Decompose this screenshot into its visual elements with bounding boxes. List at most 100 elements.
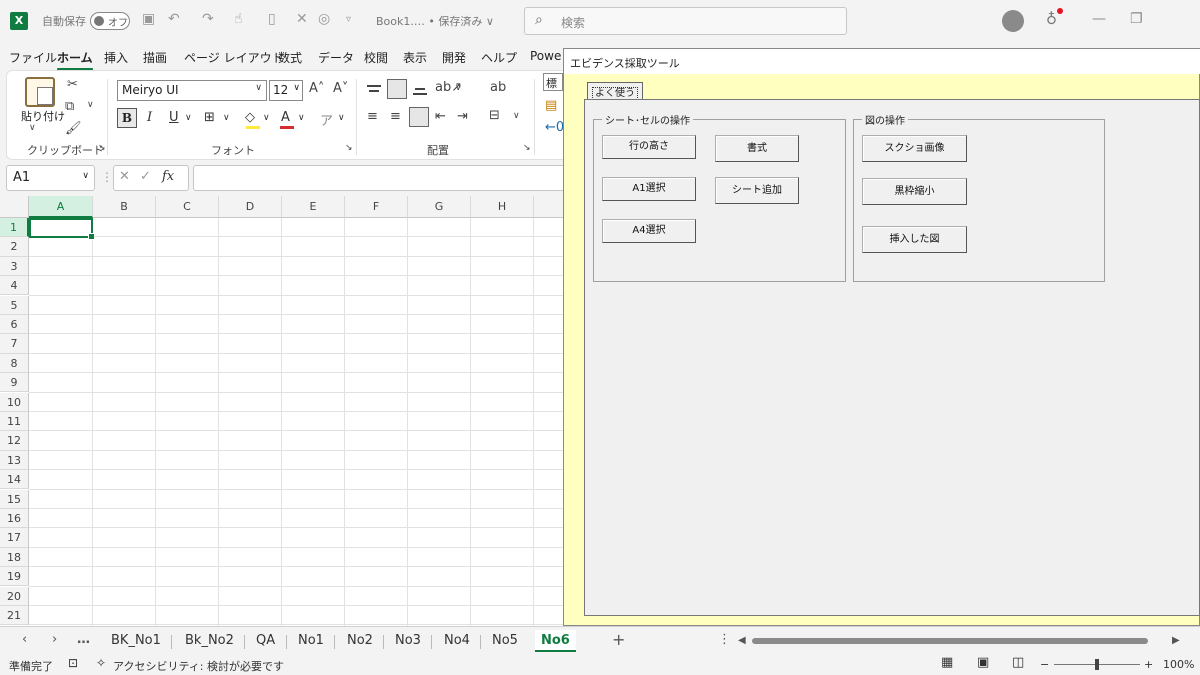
enter-icon[interactable]: ✓ bbox=[140, 169, 151, 184]
undo-icon[interactable]: ↶ bbox=[168, 11, 180, 27]
font-size-select[interactable]: 12 ∨ bbox=[269, 80, 303, 101]
add-sheet-button[interactable]: シート追加 bbox=[715, 177, 799, 204]
worksheet-grid[interactable]: A B C D E F G H 1 2 3 4 5 6 7 8 9 10 11 12 13 14 15 16 1… bbox=[0, 196, 564, 626]
underline-dropdown-icon[interactable]: ∨ bbox=[185, 113, 192, 123]
align-center-icon[interactable]: ≡ bbox=[390, 109, 401, 124]
tab-help[interactable]: ヘルプ bbox=[481, 49, 517, 66]
row-header-16[interactable]: 16 bbox=[0, 509, 29, 529]
sheet-tab-no2[interactable]: No2 bbox=[347, 633, 373, 648]
formula-bar-handle-icon[interactable]: ⋮ bbox=[101, 170, 113, 184]
select-a1-button[interactable]: A1選択 bbox=[602, 177, 696, 201]
phonetic-icon[interactable]: ア bbox=[320, 110, 333, 129]
sheet-more-icon[interactable]: … bbox=[77, 632, 90, 647]
row-header-18[interactable]: 18 bbox=[0, 547, 29, 568]
grow-font-icon[interactable]: A˄ bbox=[309, 81, 324, 96]
decimal-icon[interactable]: ←0 bbox=[545, 120, 564, 135]
paste-label[interactable]: 貼り付け bbox=[21, 108, 65, 124]
column-header-d[interactable]: D bbox=[219, 196, 282, 218]
row-header-6[interactable]: 6 bbox=[0, 315, 29, 335]
decrease-indent-icon[interactable]: ⇤ bbox=[435, 109, 446, 124]
sheet-tab-qa[interactable]: QA bbox=[256, 633, 275, 648]
customize-qat-icon[interactable]: ▿ bbox=[346, 14, 351, 25]
sheet-prev-icon[interactable]: ‹ bbox=[22, 632, 27, 647]
restore-icon[interactable]: ❐ bbox=[1130, 11, 1143, 27]
sheet-tab-bk-no2[interactable]: Bk_No2 bbox=[185, 633, 234, 648]
sheet-tab-no1[interactable]: No1 bbox=[298, 633, 324, 648]
accessibility-icon[interactable]: ✧ bbox=[96, 656, 106, 670]
italic-button[interactable]: I bbox=[147, 110, 152, 125]
number-format-select[interactable]: 標準 bbox=[543, 73, 563, 91]
row-header-9[interactable]: 9 bbox=[0, 373, 29, 393]
bold-button[interactable]: B bbox=[117, 108, 137, 128]
font-launcher-icon[interactable]: ↘ bbox=[345, 143, 353, 153]
clipboard-launcher-icon[interactable]: ↘ bbox=[98, 143, 106, 153]
row-header-4[interactable]: 4 bbox=[0, 276, 29, 296]
document-icon[interactable]: ▯ bbox=[268, 11, 276, 27]
row-header-11[interactable]: 11 bbox=[0, 412, 29, 432]
tab-insert[interactable]: 挿入 bbox=[104, 49, 128, 66]
cut-icon[interactable]: ✂ bbox=[67, 77, 78, 92]
select-a4-button[interactable]: A4選択 bbox=[602, 219, 696, 243]
split-handle-icon[interactable]: ⋮ bbox=[718, 632, 731, 647]
tab-formulas[interactable]: 数式 bbox=[278, 49, 302, 66]
row-header-5[interactable]: 5 bbox=[0, 295, 29, 315]
align-middle-button[interactable] bbox=[387, 79, 407, 99]
formula-input[interactable] bbox=[193, 165, 573, 191]
column-header-f[interactable]: F bbox=[345, 196, 408, 218]
active-cell-a1[interactable] bbox=[29, 218, 95, 240]
row-header-19[interactable]: 19 bbox=[0, 567, 29, 587]
touch-mode-icon[interactable]: ☝ bbox=[234, 11, 243, 27]
zoom-in-icon[interactable]: + bbox=[1144, 658, 1153, 671]
column-header-c[interactable]: C bbox=[156, 196, 219, 218]
zoom-out-icon[interactable]: − bbox=[1040, 658, 1049, 671]
align-top-icon[interactable] bbox=[367, 83, 383, 97]
row-header-10[interactable]: 10 bbox=[0, 392, 29, 412]
book-title[interactable]: Book1.… • 保存済み ∨ bbox=[376, 13, 494, 29]
copy-icon[interactable]: ⧉ bbox=[65, 99, 74, 114]
page-layout-view-icon[interactable]: ▣ bbox=[977, 655, 989, 670]
orientation-dropdown-icon[interactable]: ∨ bbox=[455, 83, 462, 93]
wrap-text-icon[interactable]: ab bbox=[490, 80, 506, 95]
tab-file[interactable]: ファイル bbox=[9, 49, 57, 66]
row-header-7[interactable]: 7 bbox=[0, 334, 29, 354]
tab-data[interactable]: データ bbox=[318, 49, 354, 66]
tab-view[interactable]: 表示 bbox=[403, 49, 427, 66]
column-header-g[interactable]: G bbox=[408, 196, 471, 218]
row-header-17[interactable]: 17 bbox=[0, 528, 29, 548]
accessibility-status[interactable]: アクセシビリティ: 検討が必要です bbox=[113, 658, 284, 674]
sheet-tab-no3[interactable]: No3 bbox=[395, 633, 421, 648]
target-icon[interactable]: ◎ bbox=[318, 11, 330, 27]
tab-developer[interactable]: 開発 bbox=[442, 49, 466, 66]
copy-dropdown-icon[interactable]: ∨ bbox=[87, 100, 94, 110]
add-sheet-icon[interactable]: + bbox=[612, 630, 625, 649]
row-header-13[interactable]: 13 bbox=[0, 450, 29, 471]
column-header-e[interactable]: E bbox=[282, 196, 345, 218]
increase-indent-icon[interactable]: ⇥ bbox=[457, 109, 468, 124]
scroll-right-icon[interactable]: ▶ bbox=[1172, 635, 1180, 646]
row-header-20[interactable]: 20 bbox=[0, 586, 29, 606]
paste-dropdown-icon[interactable]: ∨ bbox=[29, 123, 36, 133]
fill-dropdown-icon[interactable]: ∨ bbox=[263, 113, 270, 123]
column-header-a[interactable]: A bbox=[29, 196, 93, 218]
row-header-3[interactable]: 3 bbox=[0, 256, 29, 277]
lightbulb-icon[interactable]: ♁ bbox=[1046, 8, 1063, 28]
tab-home[interactable]: ホーム bbox=[57, 49, 93, 71]
border-icon[interactable]: ⊞ bbox=[204, 110, 215, 125]
save-icon[interactable]: ▣ bbox=[142, 11, 155, 27]
horizontal-scrollbar[interactable] bbox=[752, 638, 1148, 644]
minimize-icon[interactable]: — bbox=[1092, 11, 1106, 27]
page-break-view-icon[interactable]: ◫ bbox=[1012, 655, 1024, 670]
screenshot-image-button[interactable]: スクショ画像 bbox=[862, 135, 967, 162]
row-header-12[interactable]: 12 bbox=[0, 431, 29, 451]
redo-icon[interactable]: ↷ bbox=[202, 11, 214, 27]
row-header-2[interactable]: 2 bbox=[0, 237, 29, 257]
normal-view-icon[interactable]: ▦ bbox=[941, 655, 953, 670]
tab-review[interactable]: 校閲 bbox=[364, 49, 388, 66]
select-all-corner[interactable] bbox=[0, 196, 29, 218]
font-color-icon[interactable]: A bbox=[281, 110, 290, 125]
sheet-tab-bk-no1[interactable]: BK_No1 bbox=[111, 633, 161, 648]
row-header-1[interactable]: 1 bbox=[0, 218, 29, 238]
tab-frequently-used[interactable]: よく使う bbox=[587, 82, 643, 100]
close-x-icon[interactable]: ✕ bbox=[296, 11, 308, 27]
font-name-select[interactable]: Meiryo UI ∨ bbox=[117, 80, 267, 101]
